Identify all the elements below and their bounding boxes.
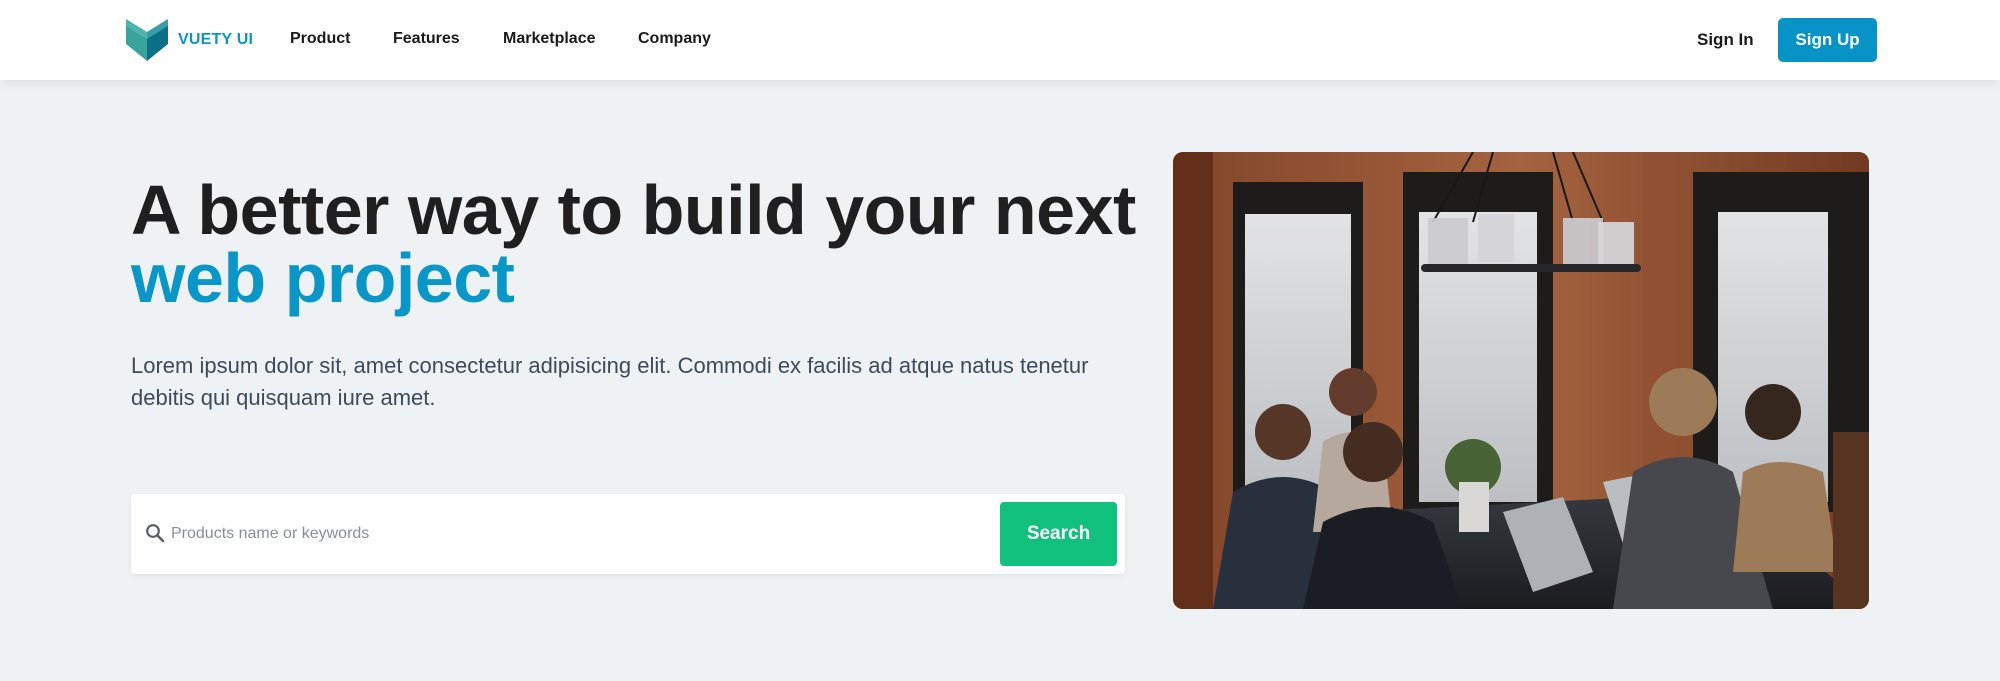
search-icon bbox=[146, 524, 165, 543]
nav-link-company[interactable]: Company bbox=[638, 30, 711, 48]
nav-link-features[interactable]: Features bbox=[393, 30, 460, 48]
hero-subtitle-line-2: debitis qui quisquam iure amet. bbox=[131, 385, 436, 410]
nav-link-marketplace[interactable]: Marketplace bbox=[503, 30, 596, 48]
search-input[interactable] bbox=[171, 514, 871, 554]
hero-title: A better way to build your next web proj… bbox=[131, 171, 1136, 317]
brand-logo[interactable]: VUETY UI bbox=[126, 19, 253, 61]
team-meeting-photo bbox=[1173, 152, 1869, 609]
sign-up-button[interactable]: Sign Up bbox=[1778, 18, 1877, 62]
hero-subtitle: Lorem ipsum dolor sit, amet consectetur … bbox=[131, 350, 1131, 414]
hero-subtitle-line-1: Lorem ipsum dolor sit, amet consectetur … bbox=[131, 353, 1089, 378]
hero-title-line-1: A better way to build your next bbox=[131, 171, 1136, 249]
sign-in-link[interactable]: Sign In bbox=[1697, 30, 1754, 50]
vuety-logo-icon bbox=[126, 19, 168, 61]
brand-name: VUETY UI bbox=[178, 31, 254, 48]
search-button[interactable]: Search bbox=[1000, 502, 1117, 566]
hero-title-highlight: web project bbox=[131, 239, 515, 317]
nav-link-product[interactable]: Product bbox=[290, 30, 350, 48]
product-search-bar: Search bbox=[131, 494, 1125, 574]
top-navbar: VUETY UI Product Features Marketplace Co… bbox=[0, 0, 2000, 80]
